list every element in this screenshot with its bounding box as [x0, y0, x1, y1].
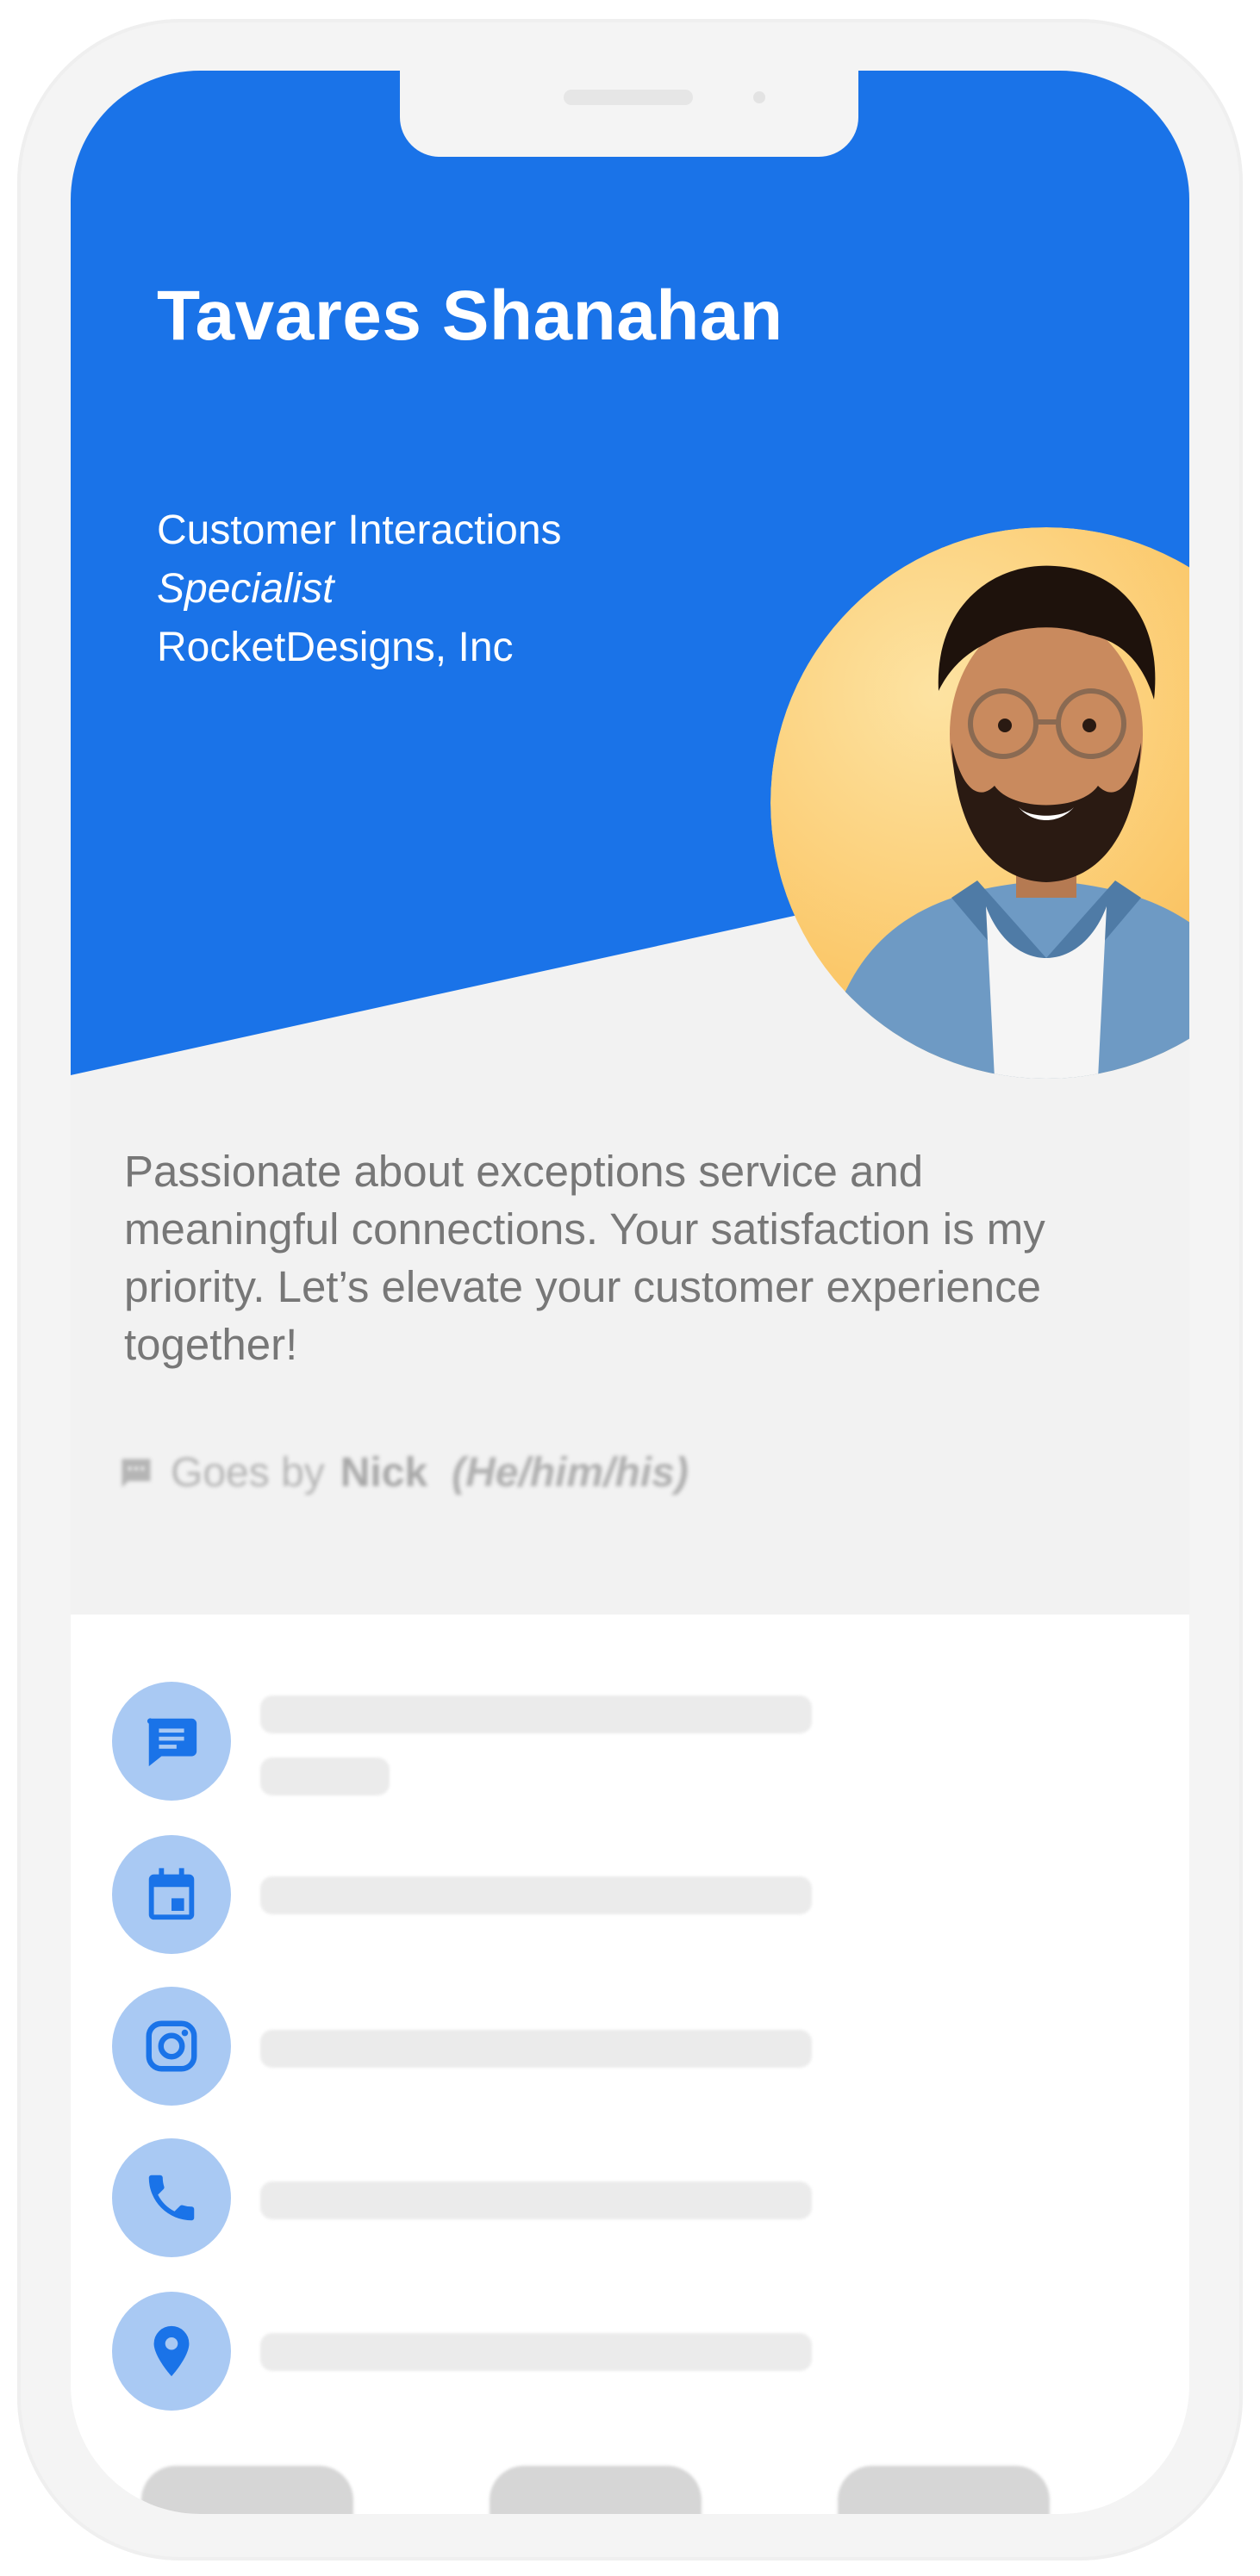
bottom-tab-1[interactable] [141, 2466, 353, 2514]
company-name: RocketDesigns, Inc [157, 625, 514, 670]
phone-notch [400, 71, 858, 157]
skeleton-line [260, 1696, 812, 1733]
location-pin-icon[interactable] [112, 2292, 231, 2411]
skeleton-line [260, 1876, 812, 1914]
profile-role: Customer Interactions Specialist RocketD… [157, 501, 562, 677]
instagram-icon[interactable] [112, 1987, 231, 2106]
calendar-icon[interactable] [112, 1835, 231, 1954]
contact-row-message[interactable] [112, 1682, 1129, 1802]
contact-row-location[interactable] [112, 2292, 1129, 2412]
skeleton-line [260, 2181, 812, 2219]
bottom-tab-3[interactable] [838, 2466, 1050, 2514]
skeleton-line [260, 2030, 812, 2068]
bottom-tab-2[interactable] [490, 2466, 702, 2514]
nickname: Nick [340, 1450, 428, 1496]
speech-bubble-icon [122, 1459, 151, 1487]
profile-name: Tavares Shanahan [157, 277, 783, 355]
phone-icon[interactable] [112, 2138, 231, 2257]
goes-by-label: Goes by [171, 1450, 325, 1496]
contact-list [71, 1615, 1189, 2514]
pronouns-row: Goes by Nick (He/him/his) [117, 1449, 689, 1496]
skeleton-line-short [260, 1758, 390, 1795]
role-title: Customer Interactions [157, 507, 562, 553]
pronouns: (He/him/his) [452, 1450, 689, 1496]
contact-row-instagram[interactable] [112, 1987, 1129, 2107]
front-camera [753, 91, 765, 103]
contact-row-phone[interactable] [112, 2138, 1129, 2259]
speaker-grille [564, 90, 693, 105]
phone-screen: Tavares Shanahan Customer Interactions S… [71, 71, 1189, 2514]
profile-bio: Passionate about exceptions service and … [124, 1147, 1045, 1369]
message-icon[interactable] [112, 1682, 231, 1801]
role-subtitle: Specialist [157, 566, 334, 612]
contact-row-calendar[interactable] [112, 1835, 1129, 1956]
skeleton-line [260, 2333, 812, 2371]
